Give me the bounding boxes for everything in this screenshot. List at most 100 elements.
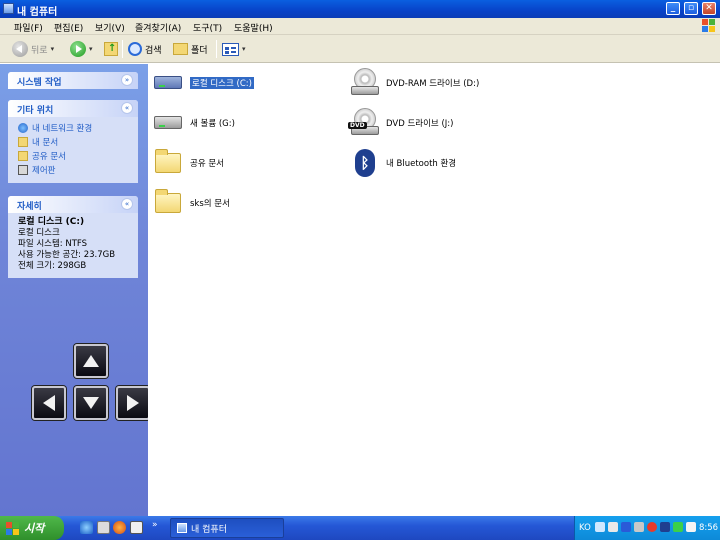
item-shared-documents[interactable]: 공유 문서 (152, 148, 224, 178)
tray-app-icon[interactable] (621, 522, 631, 532)
tray-security-icon[interactable] (647, 522, 657, 532)
tray-network-icon[interactable] (595, 522, 605, 532)
link-label: 내 네트워크 환경 (32, 124, 93, 134)
clock[interactable]: 8:56 (699, 523, 718, 533)
menu-favorites[interactable]: 즐겨찾기(A) (135, 21, 181, 34)
window-title: 내 컴퓨터 (17, 7, 58, 18)
link-shared-documents[interactable]: 공유 문서 (8, 149, 138, 163)
item-local-disk-c[interactable]: 로컬 디스크 (C:) (152, 68, 254, 98)
my-computer-icon (3, 3, 14, 14)
item-dvd-j[interactable]: DVD DVD 드라이브 (J:) (348, 108, 453, 138)
folders-icon (173, 43, 188, 55)
item-label: 로컬 디스크 (C:) (190, 77, 254, 89)
item-dvd-ram-d[interactable]: DVD-RAM 드라이브 (D:) (348, 68, 479, 98)
bluetooth-icon: ᛒ (348, 148, 380, 178)
details-total-size: 전체 크기: 298GB (18, 261, 87, 271)
up-button[interactable]: ↑ (104, 39, 118, 59)
menu-file[interactable]: 파일(F) (14, 21, 43, 34)
system-tray: KO 8:56 (574, 516, 720, 540)
system-tasks-header[interactable]: 시스템 작업 » (8, 72, 138, 89)
expand-chevron-icon[interactable]: » (121, 74, 133, 86)
taskbar-item-label: 내 컴퓨터 (191, 524, 227, 535)
menu-edit[interactable]: 편집(E) (54, 21, 83, 34)
forward-arrow-icon (70, 41, 86, 57)
ie-quicklaunch-icon[interactable] (80, 521, 93, 534)
folders-button[interactable]: 폴더 (173, 39, 208, 59)
hard-drive-icon (152, 108, 184, 138)
close-button[interactable]: ✕ (702, 2, 716, 15)
dvd-drive-icon: DVD (348, 108, 380, 138)
item-label: 공유 문서 (190, 159, 224, 169)
item-bluetooth[interactable]: ᛒ 내 Bluetooth 환경 (348, 148, 456, 178)
maximize-button[interactable]: ▫ (684, 2, 698, 15)
system-tasks-title: 시스템 작업 (17, 78, 62, 88)
details-title: 자세히 (17, 202, 42, 212)
quicklaunch-overflow-icon[interactable]: » (152, 520, 158, 530)
firefox-quicklaunch-icon[interactable] (113, 521, 126, 534)
search-button[interactable]: 검색 (128, 39, 162, 59)
details-header[interactable]: 자세히 « (8, 196, 138, 213)
right-arrow-button[interactable] (116, 386, 150, 420)
item-sks-documents[interactable]: sks의 문서 (152, 188, 230, 218)
link-my-network[interactable]: 내 네트워크 환경 (8, 121, 138, 135)
start-label: 시작 (24, 522, 45, 535)
folder-icon (152, 148, 184, 178)
folders-label: 폴더 (191, 45, 208, 56)
collapse-chevron-icon[interactable]: « (121, 198, 133, 210)
documents-folder-icon (18, 137, 28, 147)
back-button[interactable]: 뒤로 ▾ (12, 39, 54, 59)
details-filesystem: 파일 시스템: NTFS (18, 239, 88, 249)
back-label: 뒤로 (31, 45, 48, 56)
search-label: 검색 (145, 45, 162, 56)
tray-keyboard-icon[interactable] (686, 522, 696, 532)
taskbar: 시작 » 내 컴퓨터 KO 8:56 (0, 516, 720, 540)
title-bar[interactable]: 내 컴퓨터 _ ▫ ✕ (0, 0, 720, 18)
system-tasks-panel: 시스템 작업 » (8, 72, 138, 89)
desktop-quicklaunch-icon[interactable] (97, 521, 110, 534)
minimize-button[interactable]: _ (666, 2, 680, 15)
down-arrow-button[interactable] (74, 386, 108, 420)
forward-dropdown-icon[interactable]: ▾ (89, 45, 93, 53)
up-folder-icon: ↑ (104, 42, 118, 56)
language-indicator[interactable]: KO (579, 523, 591, 533)
details-type: 로컬 디스크 (18, 228, 60, 238)
link-control-panel[interactable]: 제어판 (8, 163, 138, 177)
back-arrow-icon (12, 41, 28, 57)
toolbar: 뒤로 ▾ ▾ ↑ 검색 폴더 ▾ (0, 35, 720, 63)
start-button[interactable]: 시작 (0, 516, 64, 540)
left-arrow-button[interactable] (32, 386, 66, 420)
tray-volume-icon[interactable] (634, 522, 644, 532)
search-icon (128, 42, 142, 56)
menu-tools[interactable]: 도구(T) (193, 21, 222, 34)
details-free-space: 사용 가능한 공간: 23.7GB (18, 250, 116, 260)
details-panel: 자세히 « 로컬 디스크 (C:) 로컬 디스크 파일 시스템: NTFS 사용… (8, 196, 138, 278)
tray-bluetooth-icon[interactable] (660, 522, 670, 532)
link-my-documents[interactable]: 내 문서 (8, 135, 138, 149)
item-label: DVD 드라이브 (J:) (386, 119, 454, 129)
dvd-ram-drive-icon (348, 68, 380, 98)
folder-icon (152, 188, 184, 218)
item-new-volume-g[interactable]: 새 볼륨 (G:) (152, 108, 235, 138)
other-places-header[interactable]: 기타 위치 « (8, 100, 138, 117)
forward-button[interactable]: ▾ (70, 39, 93, 59)
back-dropdown-icon[interactable]: ▾ (51, 45, 55, 53)
item-label: 새 볼륨 (G:) (190, 119, 235, 129)
item-label: 내 Bluetooth 환경 (386, 159, 457, 169)
other-places-title: 기타 위치 (17, 106, 54, 116)
link-label: 공유 문서 (32, 152, 66, 162)
tray-update-icon[interactable] (673, 522, 683, 532)
views-button[interactable]: ▾ (222, 39, 246, 59)
collapse-chevron-icon[interactable]: « (121, 102, 133, 114)
up-arrow-button[interactable] (74, 344, 108, 378)
menu-bar: 파일(F) 편집(E) 보기(V) 즐겨찾기(A) 도구(T) 도움말(H) (0, 18, 720, 35)
views-icon (222, 42, 239, 56)
menu-help[interactable]: 도움말(H) (234, 21, 273, 34)
app-quicklaunch-icon[interactable] (130, 521, 143, 534)
taskbar-item-my-computer[interactable]: 내 컴퓨터 (170, 518, 284, 538)
menu-view[interactable]: 보기(V) (95, 21, 125, 34)
windows-logo-icon (702, 19, 716, 33)
control-panel-icon (18, 165, 28, 175)
explorer-window: 내 컴퓨터 _ ▫ ✕ 파일(F) 편집(E) 보기(V) 즐겨찾기(A) 도구… (0, 0, 720, 516)
my-computer-icon (177, 523, 187, 533)
tray-display-icon[interactable] (608, 522, 618, 532)
